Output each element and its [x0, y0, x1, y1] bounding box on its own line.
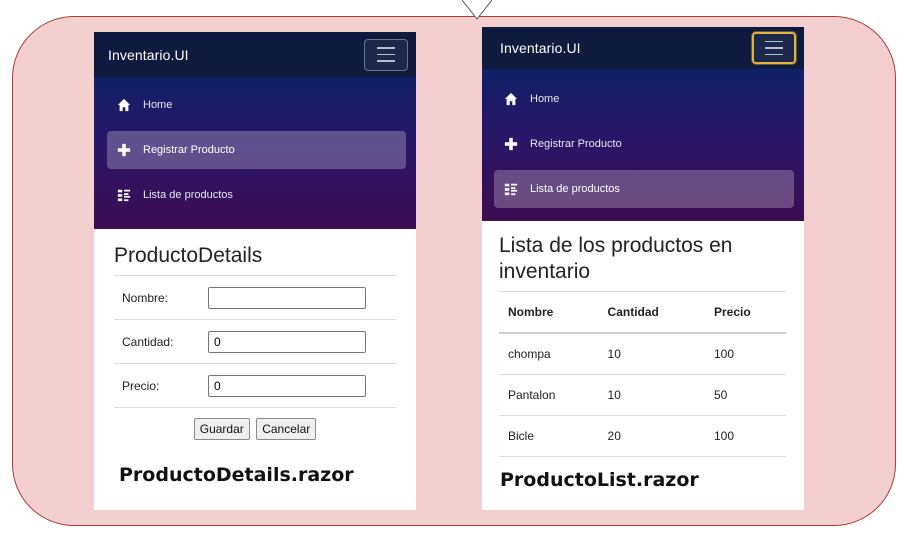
precio-label: Precio:	[114, 363, 200, 407]
column-header: Precio	[704, 291, 786, 334]
list-icon	[117, 188, 131, 202]
producto-form: Nombre: Cantidad: Precio:	[114, 275, 396, 407]
file-caption: ProductoList.razor	[500, 469, 699, 491]
top-navbar: Inventario.UI	[94, 32, 416, 77]
cantidad-label: Cantidad:	[114, 319, 200, 364]
nombre-label: Nombre:	[114, 275, 200, 320]
callout-pointer	[462, 0, 492, 20]
nav-label: Home	[530, 93, 560, 105]
navbar-toggler-button[interactable]	[752, 32, 796, 64]
plus-icon	[117, 143, 131, 157]
table-row: Pantalon 10 50	[499, 374, 786, 416]
nav-label: Lista de productos	[530, 183, 620, 195]
table-cell: 10	[598, 374, 705, 416]
file-caption: ProductoDetails.razor	[119, 464, 354, 486]
nav-label: Registrar Producto	[143, 144, 235, 156]
nav-label: Lista de productos	[143, 189, 233, 201]
home-icon	[117, 98, 131, 112]
nombre-input[interactable]	[208, 286, 366, 309]
nav-item-lista-productos[interactable]: Lista de productos	[494, 170, 794, 208]
table-cell: 20	[598, 415, 705, 457]
brand-link[interactable]: Inventario.UI	[500, 40, 581, 56]
nav-item-registrar-producto[interactable]: Registrar Producto	[107, 131, 406, 169]
table-row: chompa 10 100	[499, 333, 786, 375]
column-header: Nombre	[499, 291, 599, 334]
table-row: Bicle 20 100	[499, 415, 786, 457]
table-cell: 50	[704, 374, 786, 416]
navbar-toggler-button[interactable]	[364, 38, 408, 71]
column-header: Cantidad	[598, 291, 705, 334]
table-cell: 100	[704, 333, 786, 375]
producto-details-screen: Inventario.UI Home Registrar Producto Li…	[94, 32, 416, 510]
table-cell: 10	[598, 333, 705, 375]
nav-item-home[interactable]: Home	[494, 80, 794, 118]
form-actions: Guardar Cancelar	[114, 407, 396, 440]
main-content: ProductoDetails Nombre: Cantidad: Precio…	[94, 229, 416, 440]
list-icon	[504, 182, 518, 196]
brand-link[interactable]: Inventario.UI	[108, 47, 189, 63]
table-cell: Bicle	[499, 415, 599, 457]
producto-list-screen: Inventario.UI Home Registrar Producto Li…	[482, 27, 804, 510]
nav-item-registrar-producto[interactable]: Registrar Producto	[494, 125, 794, 163]
table-cell: chompa	[499, 333, 599, 375]
sidebar-nav: Home Registrar Producto Lista de product…	[94, 77, 416, 229]
nav-item-home[interactable]: Home	[107, 86, 406, 124]
nav-label: Registrar Producto	[530, 138, 622, 150]
sidebar-nav: Home Registrar Producto Lista de product…	[482, 69, 804, 221]
top-navbar: Inventario.UI	[482, 27, 804, 69]
page-title: ProductoDetails	[114, 244, 263, 267]
plus-icon	[504, 137, 518, 151]
nav-label: Home	[143, 99, 173, 111]
productos-table: Nombre Cantidad Precio chompa 10 100 Pan…	[499, 291, 786, 457]
table-cell: 100	[704, 415, 786, 457]
precio-input[interactable]	[208, 374, 366, 397]
cantidad-input[interactable]	[208, 330, 366, 353]
table-cell: Pantalon	[499, 374, 599, 416]
table-header-row: Nombre Cantidad Precio	[499, 291, 786, 334]
nav-item-lista-productos[interactable]: Lista de productos	[107, 176, 406, 214]
page-title: Lista de los productos en inventario	[499, 234, 733, 283]
guardar-button[interactable]: Guardar	[193, 418, 250, 440]
home-icon	[504, 92, 518, 106]
main-content: Lista de los productos en inventario Nom…	[482, 221, 804, 457]
cancelar-button[interactable]: Cancelar	[256, 418, 317, 440]
